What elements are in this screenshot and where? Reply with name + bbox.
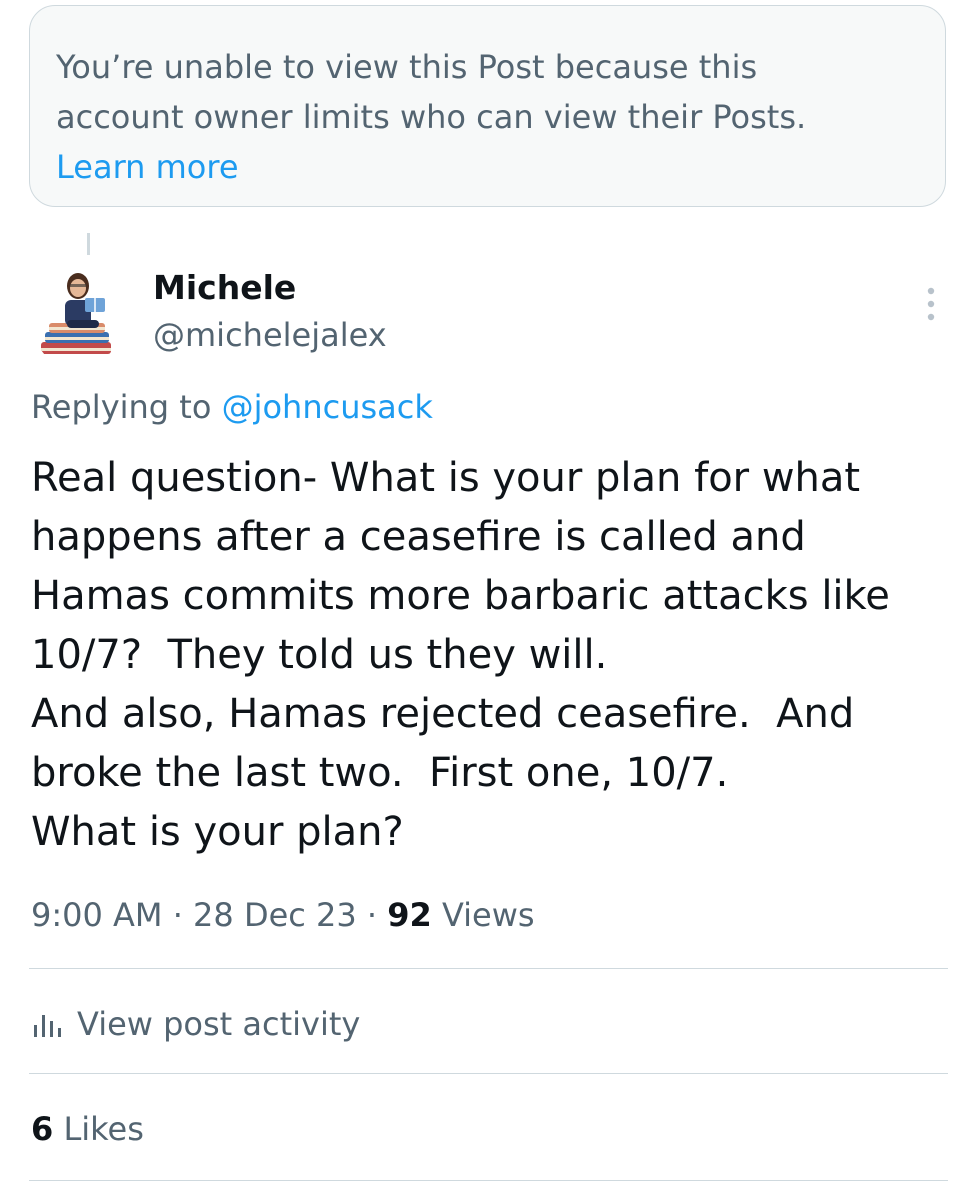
views-count: 92 [387,896,432,934]
post-line: happens after a ceasefire is called and [31,514,806,560]
bitmoji-avatar-image [31,262,143,374]
post-line: Hamas commits more barbaric attacks like [31,573,890,619]
likes-count: 6 [31,1110,54,1148]
post-line: Real question- What is your plan for wha… [31,455,861,501]
restricted-post-notice: You’re unable to view this Post because … [29,5,946,207]
avatar[interactable] [31,262,143,374]
post-date[interactable]: 28 Dec 23 [193,896,357,934]
notice-line-1: You’re unable to view this Post because … [56,48,758,86]
post-body: Real question- What is your plan for wha… [31,449,951,862]
post-line: broke the last two. First one, 10/7. [31,750,729,796]
post-time[interactable]: 9:00 AM [31,896,163,934]
divider [29,968,948,969]
replying-prefix: Replying to [31,388,222,426]
likes-label: Likes [53,1110,144,1148]
replying-to: Replying to @johncusack [31,385,433,429]
view-post-activity-button[interactable]: View post activity [31,1000,360,1048]
more-vertical-icon[interactable] [913,283,949,327]
meta-separator: · [356,896,388,934]
views-label: Views [431,896,535,934]
author-name[interactable]: Michele [153,266,296,310]
likes-count-link[interactable]: 6 Likes [31,1107,144,1151]
post-line: What is your plan? [31,809,404,855]
author-handle[interactable]: @michelejalex [153,313,387,357]
learn-more-link[interactable]: Learn more [56,142,919,192]
view-post-activity-label: View post activity [77,1005,361,1043]
meta-separator: · [162,896,194,934]
post-line: 10/7? They told us they will. [31,632,608,678]
divider [29,1180,948,1181]
post-line: And also, Hamas rejected ceasefire. And [31,691,855,737]
notice-text: You’re unable to view this Post because … [56,42,919,142]
post-meta: 9:00 AM · 28 Dec 23 · 92 Views [31,893,535,937]
divider [29,1073,948,1074]
notice-line-2: account owner limits who can view their … [56,98,807,136]
bar-chart-icon [34,1015,61,1037]
thread-connector [87,233,90,255]
replying-to-mention[interactable]: @johncusack [222,388,433,426]
